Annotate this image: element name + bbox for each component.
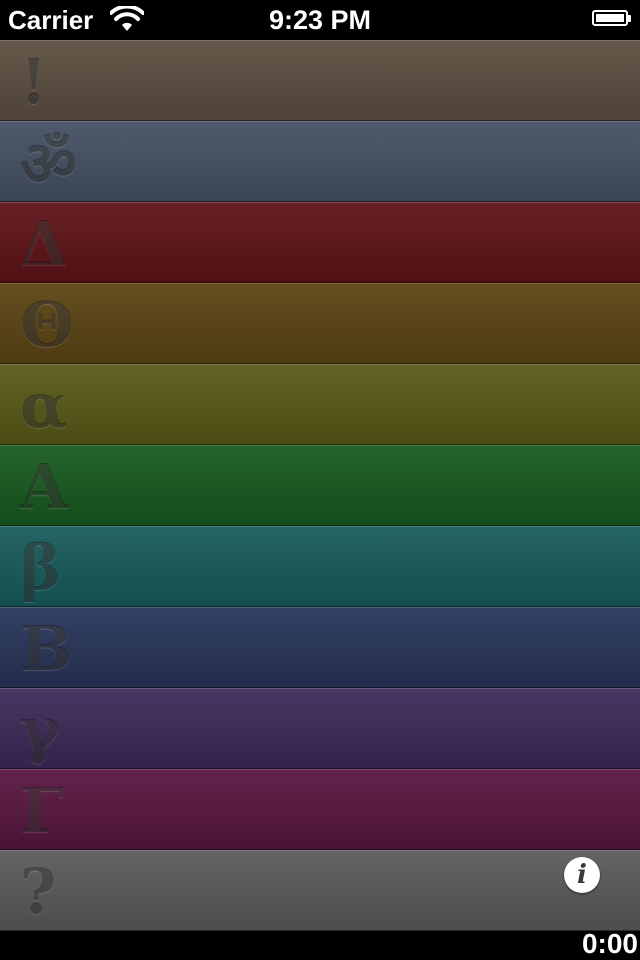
info-icon: i (577, 860, 587, 890)
row-symbol: B (20, 611, 73, 685)
info-button[interactable]: i (564, 857, 600, 893)
battery-icon (592, 10, 628, 26)
row-capital-b[interactable]: B (0, 607, 640, 688)
row-symbol: Δ (20, 206, 69, 280)
row-theta[interactable]: Θ (0, 283, 640, 364)
row-symbol: Γ (20, 773, 65, 847)
row-capital-gamma[interactable]: Γ (0, 769, 640, 850)
status-bar: Carrier 9:23 PM (0, 0, 640, 40)
row-beta[interactable]: β (0, 526, 640, 607)
row-symbol: ? (20, 854, 57, 928)
clock: 9:23 PM (268, 5, 372, 35)
row-symbol: ॐ (20, 127, 77, 200)
row-delta[interactable]: Δ (0, 202, 640, 283)
row-gamma[interactable]: γ (0, 688, 640, 769)
row-symbol: A (20, 449, 69, 523)
row-om[interactable]: ॐ (0, 121, 640, 202)
timer-display: 0:00 (581, 928, 638, 959)
row-symbol: γ (20, 692, 61, 766)
row-symbol: ! (20, 44, 48, 118)
symbol-list: ! ॐ Δ Θ α A β B γ Γ ? i (0, 40, 640, 931)
row-symbol: Θ (20, 287, 75, 361)
row-symbol: β (20, 530, 62, 604)
row-question[interactable]: ? i (0, 850, 640, 931)
battery-tip-icon (628, 15, 631, 22)
row-exclamation[interactable]: ! (0, 40, 640, 121)
row-capital-a[interactable]: A (0, 445, 640, 526)
row-symbol: α (20, 368, 68, 442)
row-alpha[interactable]: α (0, 364, 640, 445)
